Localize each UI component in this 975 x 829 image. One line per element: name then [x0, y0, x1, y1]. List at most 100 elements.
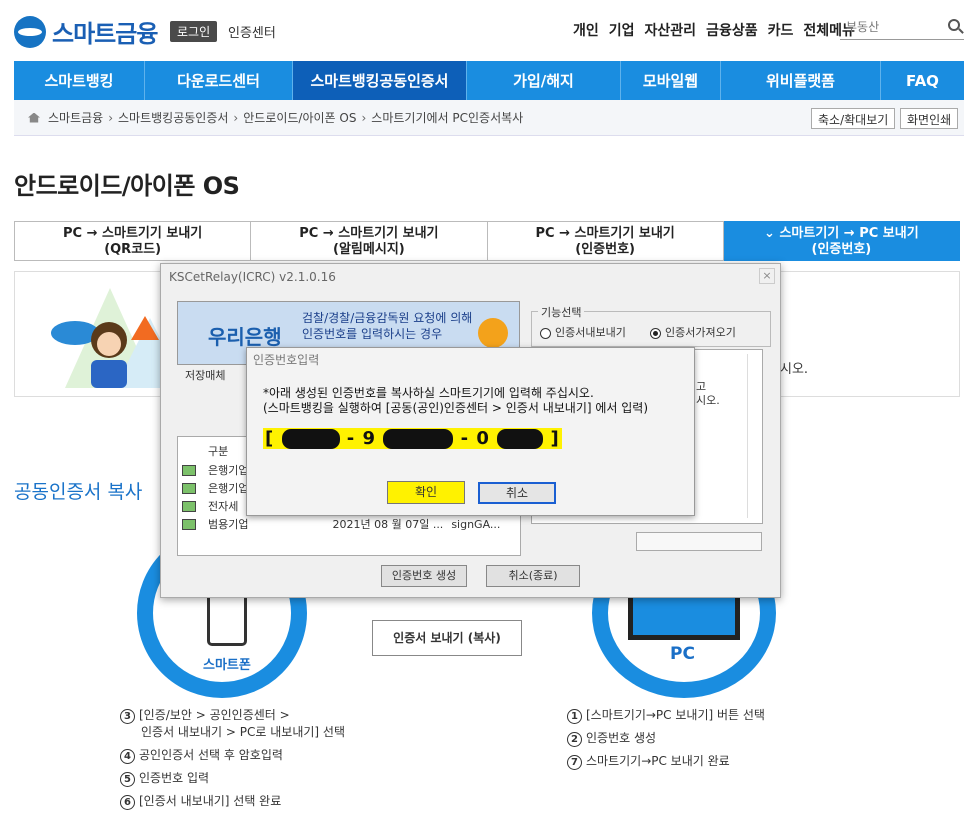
tab-authcode-receive[interactable]: ⌄ 스마트기기 → PC 보내기 (인증번호)	[723, 221, 960, 261]
login-button[interactable]: 로그인	[170, 21, 218, 42]
list-item[interactable]: 은행기업	[182, 462, 248, 478]
nav-item[interactable]: FAQ	[881, 61, 964, 100]
tab-line2: (QR코드)	[104, 242, 162, 257]
radio-icon	[650, 327, 661, 339]
list-header: 구분	[208, 445, 229, 458]
breadcrumb-item[interactable]: 스마트뱅킹공동인증서	[118, 109, 228, 126]
list-item[interactable]: 전자세	[182, 498, 238, 514]
nav-item[interactable]: 가입/해지	[467, 61, 621, 100]
cancel-exit-button[interactable]: 취소(종료)	[486, 565, 580, 587]
logo-text: 스마트금융	[52, 20, 158, 48]
nav-item[interactable]: 스마트뱅킹공동인증서	[293, 61, 467, 100]
search-icon[interactable]	[948, 19, 960, 31]
top-menu-item[interactable]: 기업	[609, 20, 635, 40]
storage-label: 저장매체	[185, 369, 226, 382]
cert-icon	[182, 518, 196, 530]
chevron-down-icon: ⌄	[764, 226, 780, 241]
tab-notification[interactable]: PC → 스마트기기 보내기 (알림메시지)	[251, 221, 488, 261]
home-icon[interactable]	[28, 112, 40, 123]
step-text: 스마트기기→PC 보내기 완료	[586, 754, 730, 768]
nav-item[interactable]: 다운로드센터	[145, 61, 293, 100]
steps-right: 1 [스마트기기→PC 보내기] 버튼 선택 2 인증번호 생성 7 스마트기기→PC…	[567, 704, 765, 773]
tab-line1: PC → 스마트기기 보내기	[299, 226, 439, 241]
step-item: 1 [스마트기기→PC 보내기] 버튼 선택	[567, 704, 765, 727]
top-menu-item[interactable]: 금융상품	[706, 20, 758, 40]
redacted-digits	[497, 429, 544, 449]
auth-message-line: (스마트뱅킹을 실행하여 [공동(공인)인증센터 > 인증서 내보내기] 에서 …	[263, 401, 649, 415]
radio-import[interactable]: 인증서가져오기	[650, 324, 736, 340]
top-menu-item[interactable]: 카드	[768, 20, 794, 40]
cancel-button[interactable]: 취소	[478, 482, 556, 504]
step-item: 4 공인인증서 선택 후 암호입력	[120, 744, 345, 767]
phone-label: 스마트폰	[203, 658, 251, 673]
radio-label: 인증서가져오기	[665, 326, 736, 339]
top-menu: 개인 기업 자산관리 금융상품 카드 전체메뉴	[573, 20, 855, 40]
search-input[interactable]: 부동산	[840, 14, 964, 40]
zoom-button[interactable]: 축소/확대보기	[811, 108, 896, 129]
tab-line2: (인증번호)	[575, 242, 635, 257]
cert-icon	[182, 464, 196, 476]
main-nav: 스마트뱅킹 다운로드센터 스마트뱅킹공동인증서 가입/해지 모바일웹 위비플랫폼…	[14, 61, 964, 100]
print-button[interactable]: 화면인쇄	[900, 108, 959, 129]
breadcrumb-item[interactable]: 스마트금융	[48, 109, 103, 126]
logo[interactable]: 스마트금융	[14, 14, 158, 49]
panel-text: 시오.	[696, 394, 720, 407]
list-text: 범용기업	[208, 518, 249, 531]
dialog-title: 인증번호입력	[253, 353, 320, 367]
top-menu-item[interactable]: 개인	[573, 20, 599, 40]
tab-authcode-send[interactable]: PC → 스마트기기 보내기 (인증번호)	[487, 221, 724, 261]
auth-code[interactable]: [ - 9 - 0 ]	[263, 428, 562, 449]
step-item: 7 스마트기기→PC 보내기 완료	[567, 750, 765, 773]
steps-left: 3 [인증/보안 > 공인인증센터 > 인증서 내보내기 > PC로 내보내기] …	[120, 704, 345, 813]
tab-line2: (인증번호)	[811, 242, 872, 257]
step-number: 2	[567, 732, 582, 747]
banner-text: 검찰/경찰/금융감독원 요청에 의해 인증번호를 입력하시는 경우	[302, 310, 472, 342]
radio-export[interactable]: 인증서내보내기	[540, 324, 626, 340]
tab-line1: 스마트기기 → PC 보내기	[779, 226, 919, 241]
generate-code-button[interactable]: 인증번호 생성	[381, 565, 467, 587]
tab-line1: PC → 스마트기기 보내기	[535, 226, 675, 241]
scrollbar[interactable]	[747, 354, 759, 518]
auth-code-dialog: 인증번호입력 *아래 생성된 인증번호를 복사하실 스마트기기에 입력해 주십시…	[246, 347, 695, 516]
step-item: 2 인증번호 생성	[567, 727, 765, 750]
radio-icon	[540, 327, 551, 339]
breadcrumb-item[interactable]: 안드로이드/아이폰 OS	[243, 109, 356, 126]
step-number: 4	[120, 749, 135, 764]
banner-line: 검찰/경찰/금융감독원 요청에 의해	[302, 311, 473, 325]
step-text: [인증서 내보내기] 선택 완료	[139, 794, 282, 808]
step-text: [인증/보안 > 공인인증센터 >	[139, 708, 290, 722]
bank-name: 우리은행	[208, 325, 282, 349]
pc-label: PC	[670, 644, 695, 664]
chevron-right-icon: ›	[233, 110, 239, 125]
section-title: 공동인증서 복사	[14, 481, 143, 503]
list-text: 은행기업	[208, 464, 249, 477]
list-item[interactable]: 범용기업 2021년 08 월 07일 ... signGA...	[182, 516, 500, 532]
step-number: 5	[120, 772, 135, 787]
func-label: 기능선택	[538, 304, 585, 320]
code-bracket: ]	[550, 428, 560, 449]
page-title: 안드로이드/아이폰 OS	[14, 172, 240, 200]
nav-item[interactable]: 스마트뱅킹	[14, 61, 145, 100]
code-part: - 9	[346, 428, 377, 449]
nav-item[interactable]: 위비플랫폼	[721, 61, 881, 100]
step-text: [스마트기기→PC 보내기] 버튼 선택	[586, 708, 765, 722]
close-button[interactable]: ×	[759, 268, 775, 284]
breadcrumb-item: 스마트기기에서 PC인증서복사	[371, 111, 524, 125]
tab-qr[interactable]: PC → 스마트기기 보내기 (QR코드)	[14, 221, 252, 261]
step-number: 1	[567, 709, 582, 724]
top-menu-item[interactable]: 자산관리	[645, 20, 697, 40]
chevron-right-icon: ›	[361, 110, 367, 125]
auth-message-line: *아래 생성된 인증번호를 복사하실 스마트기기에 입력해 주십시오.	[263, 386, 594, 400]
list-text: 은행기업	[208, 482, 249, 495]
list-date: 2021년 08 월 07일 ...	[332, 518, 444, 531]
list-item[interactable]: 은행기업	[182, 480, 248, 496]
ok-button[interactable]: 확인	[387, 481, 465, 504]
redacted-digits	[383, 429, 454, 449]
nav-item[interactable]: 모바일웹	[621, 61, 721, 100]
cert-center-link[interactable]: 인증센터	[228, 22, 276, 41]
chevron-right-icon: ›	[108, 110, 114, 125]
code-part: - 0	[460, 428, 490, 449]
radio-label: 인증서내보내기	[555, 326, 626, 339]
info-text: 시오.	[780, 362, 809, 377]
step-item: 6 [인증서 내보내기] 선택 완료	[120, 790, 345, 813]
